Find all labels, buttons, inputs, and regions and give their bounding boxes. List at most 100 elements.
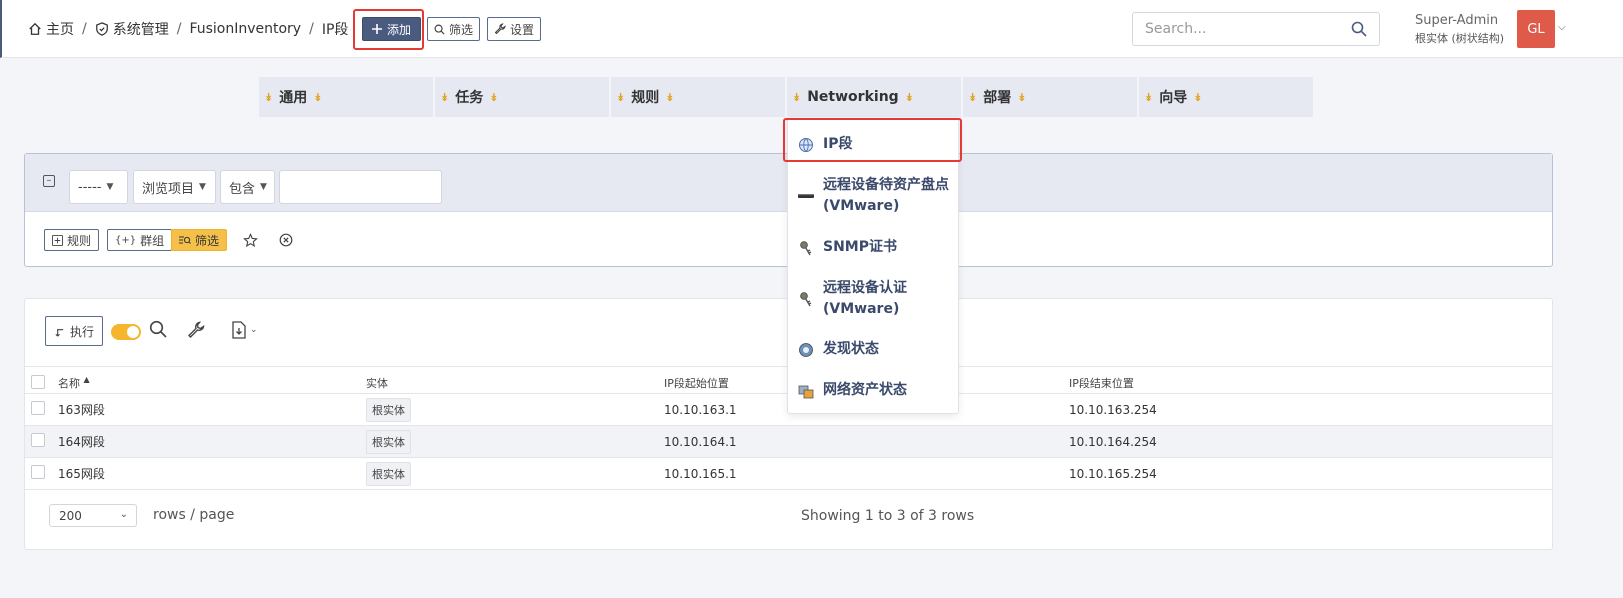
massive-actions-toggle[interactable] (111, 324, 141, 340)
chevron-down-icon[interactable]: ⌵ (1558, 22, 1566, 33)
search-submit-button[interactable]: 筛选 (171, 229, 228, 251)
dropdown-item-esx-inventory[interactable]: 远程设备待资产盘点 (VMware) (788, 175, 960, 217)
dropdown-item-snmp-credentials[interactable]: SNMP证书 (788, 237, 960, 258)
column-header-label: 名称 (58, 377, 80, 390)
filter-button[interactable]: 筛选 (427, 17, 481, 41)
chevron-down-icon[interactable]: ⌄ (250, 325, 258, 335)
execute-button[interactable]: 执行 (45, 316, 104, 346)
field-select[interactable]: ----- ▼ (69, 170, 128, 204)
chevron-down-icon: ↡ (616, 90, 626, 104)
top-bar: 主页 / 系统管理 / FusionInventory / IP段 添加 筛选 … (0, 0, 1623, 58)
chevron-down-icon: ↡ (264, 90, 274, 104)
dropdown-item-label: IP段 (823, 136, 853, 152)
breadcrumb-current[interactable]: IP段 (322, 19, 349, 39)
breadcrumb-admin[interactable]: 系统管理 (95, 19, 169, 39)
search-icon[interactable] (1351, 21, 1367, 37)
settings-button[interactable]: 设置 (487, 17, 542, 41)
discovery-icon (799, 342, 813, 357)
caret-down-icon: ▼ (199, 182, 206, 192)
chevron-down-icon: ↡ (1144, 90, 1154, 104)
chevron-down-icon: ↡ (1017, 90, 1027, 104)
inventory-icon (798, 385, 814, 398)
end-cell: 10.10.165.254 (1069, 457, 1552, 490)
globe-icon (799, 137, 813, 152)
breadcrumb: 主页 / 系统管理 / FusionInventory / IP段 (28, 19, 348, 39)
user-menu[interactable]: Super-Admin 根实体 (树状结构) (1415, 13, 1504, 46)
column-header-entity[interactable]: 实体 (366, 366, 664, 394)
row-checkbox[interactable] (31, 465, 45, 479)
add-group-button[interactable]: {+} 群组 (107, 229, 173, 251)
menu-item-rules[interactable]: ↡ 规则 ↡ (611, 77, 785, 117)
reset-icon[interactable] (279, 233, 293, 247)
caret-down-icon: ▼ (106, 182, 114, 192)
entity-cell: 根实体 (366, 425, 664, 458)
item-select[interactable]: 浏览项目 ▼ (133, 170, 216, 204)
name-cell: 164网段 (58, 425, 366, 458)
chevron-down-icon: ↡ (1193, 90, 1203, 104)
menu-item-label: 通用 (279, 90, 308, 106)
dropdown-item-ip-range[interactable]: IP段 (788, 134, 960, 155)
row-name-link[interactable]: 164网段 (58, 435, 105, 449)
settings-button-label: 设置 (510, 22, 535, 37)
table-row[interactable]: 164网段 根实体 10.10.164.1 10.10.164.254 (25, 425, 1552, 458)
menu-item-networking[interactable]: ↡ Networking ↡ (787, 77, 961, 117)
wrench-icon (494, 23, 506, 35)
export-icon[interactable] (231, 321, 247, 339)
dropdown-item-label: 网络资产状态 (823, 382, 907, 398)
page-size-value: 200 (59, 508, 82, 523)
dropdown-item-esx-credentials[interactable]: 远程设备认证 (VMware) (788, 278, 960, 320)
start-cell: 10.10.165.1 (664, 457, 1069, 490)
table-row[interactable]: 165网段 根实体 10.10.165.1 10.10.165.254 (25, 457, 1552, 490)
row-select-cell (25, 425, 58, 458)
row-select-cell (25, 457, 58, 490)
search-input[interactable] (1133, 13, 1333, 45)
select-all-checkbox[interactable] (31, 374, 45, 389)
criteria-value-input[interactable] (279, 170, 442, 204)
execute-label: 执行 (70, 324, 95, 339)
user-name: Super-Admin (1415, 13, 1499, 28)
search-icon[interactable] (149, 320, 167, 338)
add-rule-button[interactable]: 规则 (44, 229, 100, 251)
rows-per-page-label: rows / page (153, 507, 235, 523)
row-name-link[interactable]: 163网段 (58, 403, 105, 417)
home-icon (29, 22, 41, 35)
column-header-end[interactable]: IP段结束位置 (1069, 366, 1552, 394)
menu-item-tasks[interactable]: ↡ 任务 ↡ (435, 77, 609, 117)
column-header-name[interactable]: 名称 ▲ (58, 366, 366, 394)
dropdown-item-inventory-status[interactable]: 网络资产状态 (788, 380, 960, 401)
breadcrumb-home[interactable]: 主页 (28, 19, 74, 39)
chevron-down-icon: ⌄ (119, 509, 128, 520)
networking-dropdown: IP段 远程设备待资产盘点 (VMware) SNMP证书 远程设备认证 (VM… (787, 118, 959, 414)
operator-select[interactable]: 包含 ▼ (220, 170, 275, 204)
breadcrumb-plugin[interactable]: FusionInventory (189, 21, 301, 37)
name-cell: 165网段 (58, 457, 366, 490)
filter-search-icon (179, 236, 191, 244)
plus-icon (372, 24, 382, 34)
row-name-link[interactable]: 165网段 (58, 467, 105, 481)
dropdown-item-label: 发现状态 (823, 341, 879, 357)
row-checkbox[interactable] (31, 433, 45, 447)
entity-cell: 根实体 (366, 393, 664, 426)
menu-item-label: 向导 (1159, 90, 1188, 106)
dropdown-item-discovery-status[interactable]: 发现状态 (788, 339, 960, 360)
row-checkbox[interactable] (31, 401, 45, 415)
menu-item-label: 部署 (983, 90, 1012, 106)
breadcrumb-separator: / (82, 21, 87, 37)
entity-cell: 根实体 (366, 457, 664, 490)
menu-item-general[interactable]: ↡ 通用 ↡ (259, 77, 433, 117)
plus-square-icon (52, 234, 63, 246)
search-box (1132, 12, 1380, 46)
star-icon[interactable] (243, 233, 258, 248)
menu-item-wizard[interactable]: ↡ 向导 ↡ (1139, 77, 1313, 117)
dropdown-item-label: 远程设备认证 (VMware) (823, 280, 907, 317)
menu-item-deploy[interactable]: ↡ 部署 ↡ (963, 77, 1137, 117)
wrench-icon[interactable] (187, 321, 205, 339)
avatar[interactable]: GL (1517, 10, 1555, 48)
page-size-select[interactable]: 200 ⌄ (49, 504, 137, 527)
entity-badge: 根实体 (366, 461, 411, 486)
collapse-icon[interactable]: – (43, 175, 55, 187)
chevron-down-icon: ↡ (792, 90, 802, 104)
operator-select-value: 包含 (229, 181, 256, 197)
add-button[interactable]: 添加 (362, 17, 422, 41)
field-select-value: ----- (78, 179, 102, 195)
